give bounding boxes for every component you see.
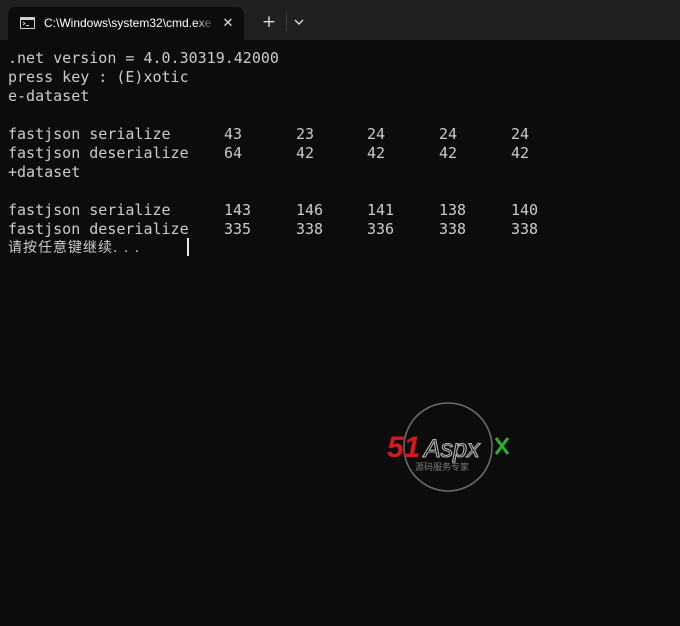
output-line: +dataset [8, 163, 81, 181]
benchmark-value: 42 [296, 144, 315, 162]
benchmark-value: 338 [439, 220, 467, 238]
chevron-down-icon[interactable] [290, 14, 308, 30]
watermark-logo: 51 Aspx 源码服务专家 [384, 400, 514, 496]
benchmark-row: fastjson deserialize 64 42 42 42 42 [8, 144, 672, 163]
benchmark-value: 338 [296, 220, 324, 238]
tab-divider [286, 13, 287, 31]
title-bar: C:\Windows\system32\cmd.exe ✕ + [0, 0, 680, 40]
plus-icon[interactable]: + [258, 12, 280, 32]
prompt-line: 请按任意键继续. . . [8, 238, 672, 258]
benchmark-row: fastjson deserialize 335 338 336 338 338 [8, 220, 672, 239]
benchmark-value: 143 [224, 201, 252, 219]
output-line: e-dataset [8, 87, 90, 105]
close-icon[interactable]: ✕ [220, 16, 236, 32]
terminal-output[interactable]: .net version = 4.0.30319.42000 press key… [8, 49, 672, 609]
text-cursor [187, 238, 189, 256]
output-line: .net version = 4.0.30319.42000 [8, 49, 279, 67]
terminal-icon [20, 17, 35, 29]
benchmark-value: 146 [296, 201, 324, 219]
benchmark-value: 42 [511, 144, 530, 162]
benchmark-label: fastjson deserialize [8, 144, 189, 162]
benchmark-value: 42 [367, 144, 386, 162]
watermark-tagline: 源码服务专家 [415, 461, 469, 473]
tab-title: C:\Windows\system32\cmd.exe [44, 16, 212, 30]
benchmark-value: 338 [511, 220, 539, 238]
prompt-text: 请按任意键继续. . . [8, 240, 141, 256]
watermark-number: 51 [387, 431, 420, 464]
benchmark-value: 140 [511, 201, 539, 219]
benchmark-value: 138 [439, 201, 467, 219]
terminal-window: C:\Windows\system32\cmd.exe ✕ + .net ver… [0, 0, 680, 626]
benchmark-label: fastjson serialize [8, 125, 171, 143]
benchmark-value: 23 [296, 125, 315, 143]
benchmark-value: 42 [439, 144, 458, 162]
benchmark-label: fastjson deserialize [8, 220, 189, 238]
benchmark-value: 141 [367, 201, 395, 219]
watermark-text: Aspx [422, 435, 481, 463]
benchmark-label: fastjson serialize [8, 201, 171, 219]
benchmark-value: 24 [439, 125, 458, 143]
benchmark-value: 24 [367, 125, 386, 143]
benchmark-row: fastjson serialize 143 146 141 138 140 [8, 201, 672, 220]
benchmark-value: 336 [367, 220, 395, 238]
benchmark-value: 335 [224, 220, 252, 238]
output-line: press key : (E)xotic [8, 68, 189, 86]
benchmark-value: 64 [224, 144, 243, 162]
benchmark-value: 24 [511, 125, 530, 143]
tab-cmd[interactable]: C:\Windows\system32\cmd.exe ✕ [8, 7, 244, 40]
benchmark-value: 43 [224, 125, 243, 143]
benchmark-row: fastjson serialize 43 23 24 24 24 [8, 125, 672, 144]
